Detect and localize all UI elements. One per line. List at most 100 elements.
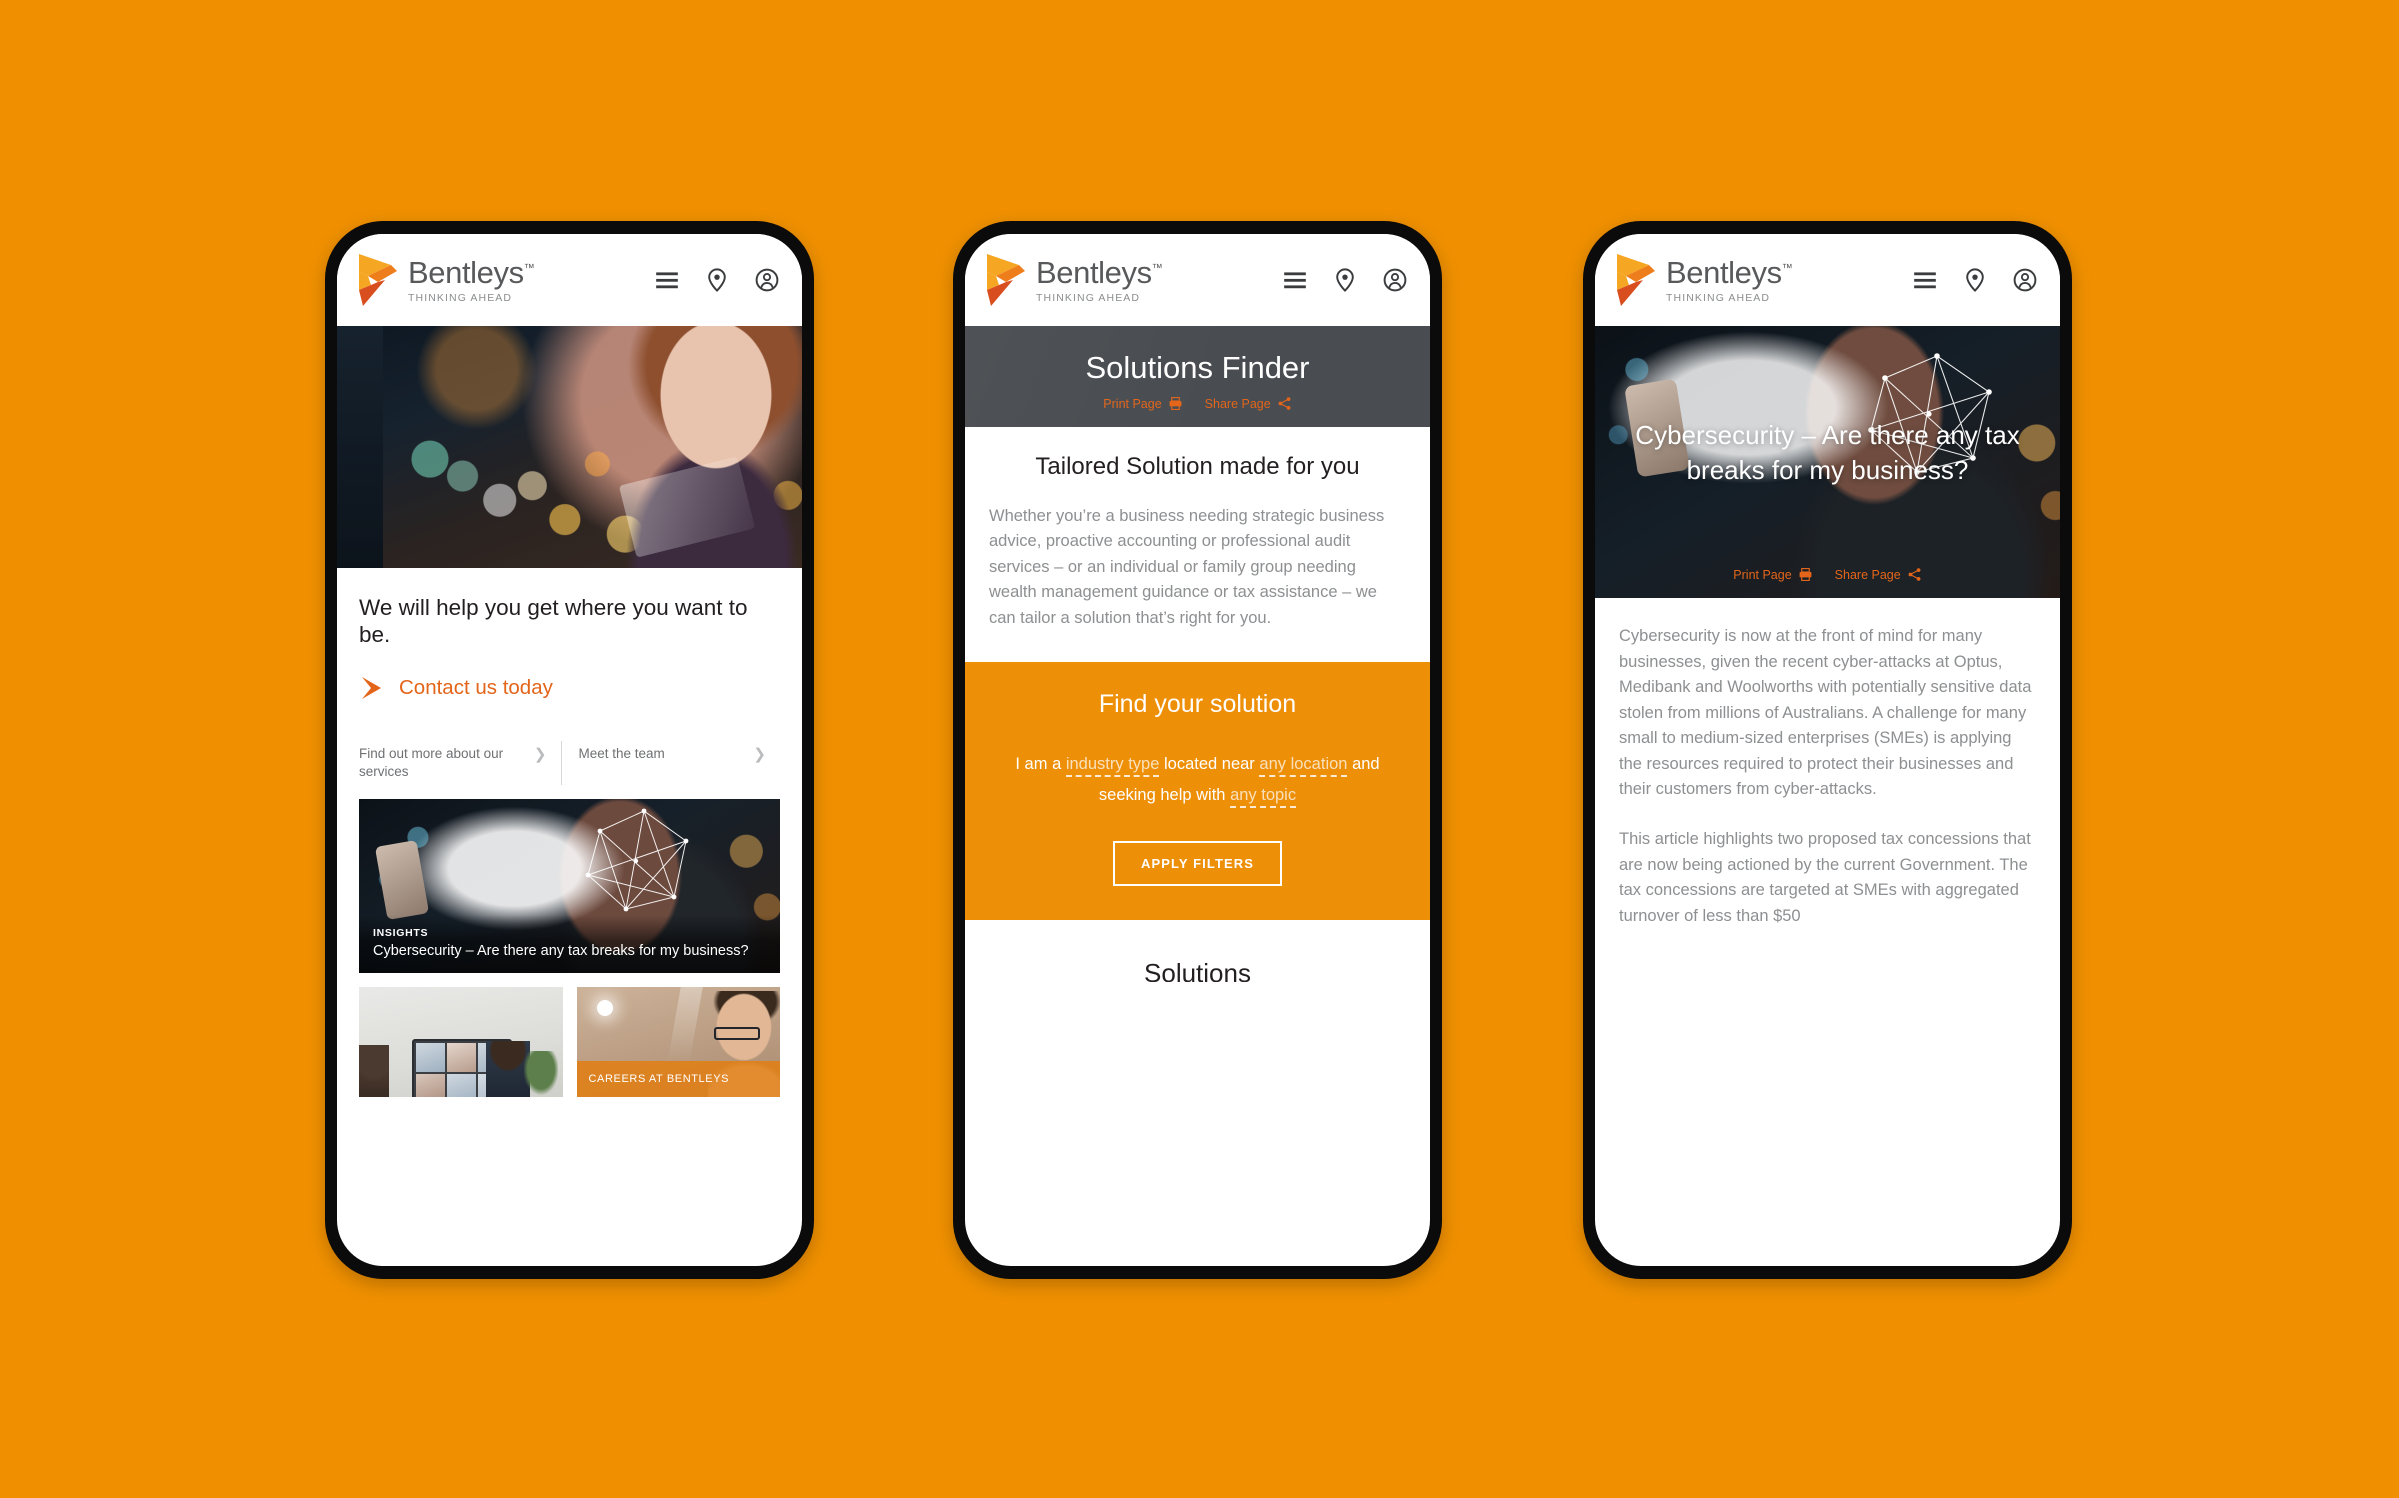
- quick-links: Find out more about our services ❯ Meet …: [359, 740, 781, 799]
- tile-meeting[interactable]: [359, 986, 563, 1097]
- hamburger-menu-icon[interactable]: [1282, 267, 1308, 293]
- orange-chevron-icon: [359, 675, 383, 701]
- insights-kicker: INSIGHTS: [373, 927, 429, 940]
- user-account-icon[interactable]: [2012, 267, 2038, 293]
- tile-light-beam: [667, 986, 703, 1064]
- phone1-screen: Bentleys™ THINKING AHEAD We will help yo…: [337, 234, 802, 1266]
- hamburger-menu-icon[interactable]: [1912, 267, 1938, 293]
- brand-tagline: THINKING AHEAD: [1036, 291, 1141, 304]
- tile-glasses: [714, 1026, 760, 1040]
- careers-band-label: CAREERS AT BENTLEYS: [588, 1072, 730, 1085]
- finder-text-2: located near: [1163, 754, 1255, 773]
- tile-careers[interactable]: CAREERS AT BENTLEYS: [576, 986, 780, 1097]
- chevron-right-icon: ❯: [533, 745, 547, 763]
- share-icon: [1908, 568, 1921, 581]
- hamburger-menu-icon[interactable]: [654, 267, 680, 293]
- finder-title: Find your solution: [1098, 689, 1297, 718]
- printer-icon: [1799, 568, 1812, 581]
- brand-text: Bentleys™ THINKING AHEAD: [1036, 254, 1163, 304]
- page-actions: Print Page Share Page: [1595, 567, 2060, 582]
- page-title-band: Solutions Finder Print Page Share Page: [965, 326, 1430, 427]
- quick-link-services[interactable]: Find out more about our services ❯: [359, 745, 561, 781]
- bentleys-arrow-logo-icon: [985, 252, 1027, 308]
- article-paragraph: This article highlights two proposed tax…: [1619, 829, 2031, 925]
- share-page-action[interactable]: Share Page: [1835, 567, 1922, 582]
- brand-text: Bentleys™ THINKING AHEAD: [1666, 254, 1793, 304]
- location-select[interactable]: any location: [1259, 754, 1348, 777]
- phone-mockup-home: Bentleys™ THINKING AHEAD We will help yo…: [325, 221, 814, 1279]
- quick-link-label: Meet the team: [578, 745, 665, 761]
- home-headline: We will help you get where you want to b…: [359, 595, 748, 648]
- site-header: Bentleys™ THINKING AHEAD: [1595, 234, 2060, 326]
- home-tiles: CAREERS AT BENTLEYS: [359, 986, 780, 1097]
- industry-type-select[interactable]: industry type: [1065, 754, 1160, 777]
- finder-sentence: I am a industry type located near any lo…: [987, 749, 1408, 812]
- share-page-action[interactable]: Share Page: [1205, 396, 1292, 411]
- insights-card[interactable]: INSIGHTS Cybersecurity – Are there any t…: [359, 798, 780, 973]
- section-body: Whether you’re a business needing strate…: [989, 506, 1385, 628]
- results-heading-cutoff: Solutions: [1144, 958, 1251, 983]
- section-title: Tailored Solution made for you: [1035, 453, 1360, 480]
- apply-filters-button[interactable]: APPLY FILTERS: [1112, 841, 1283, 887]
- article-body: Cybersecurity is now at the front of min…: [1595, 598, 2060, 930]
- brand-logo[interactable]: Bentleys™ THINKING AHEAD: [357, 252, 535, 308]
- insights-card-overlay: INSIGHTS Cybersecurity – Are there any t…: [359, 915, 780, 973]
- bentleys-arrow-logo-icon: [357, 252, 399, 308]
- site-header: Bentleys™ THINKING AHEAD: [337, 234, 802, 326]
- tile-lamp: [596, 999, 613, 1016]
- location-pin-icon[interactable]: [704, 267, 730, 293]
- brand-logo[interactable]: Bentleys™ THINKING AHEAD: [985, 252, 1163, 308]
- tailored-solution-section: Tailored Solution made for you Whether y…: [965, 427, 1430, 662]
- header-icons: [1912, 267, 2038, 293]
- page-title: Solutions Finder: [1085, 350, 1310, 385]
- share-page-label: Share Page: [1204, 396, 1271, 411]
- brand-logo[interactable]: Bentleys™ THINKING AHEAD: [1615, 252, 1793, 308]
- location-pin-icon[interactable]: [1962, 267, 1988, 293]
- brand-trademark: ™: [523, 262, 535, 275]
- phone3-screen: Bentleys™ THINKING AHEAD Cybersecurity –…: [1595, 234, 2060, 1266]
- insights-title: Cybersecurity – Are there any tax breaks…: [373, 943, 749, 960]
- article-hero: Cybersecurity – Are there any tax breaks…: [1595, 326, 2060, 598]
- tile-person-right: [485, 1040, 530, 1097]
- share-page-label: Share Page: [1834, 567, 1901, 582]
- brand-tagline: THINKING AHEAD: [408, 291, 513, 304]
- phone-mockup-article: Bentleys™ THINKING AHEAD Cybersecurity –…: [1583, 221, 2072, 1279]
- chevron-right-icon: ❯: [753, 745, 766, 763]
- location-pin-icon[interactable]: [1332, 267, 1358, 293]
- brand-text: Bentleys™ THINKING AHEAD: [408, 254, 535, 304]
- topic-select[interactable]: any topic: [1230, 785, 1297, 808]
- page-actions: Print Page Share Page: [965, 396, 1430, 411]
- brand-name: Bentleys™: [1666, 254, 1793, 290]
- hero-image-home: [337, 326, 802, 568]
- brand-name: Bentleys™: [1036, 254, 1163, 290]
- brand-tagline: THINKING AHEAD: [1666, 291, 1771, 304]
- print-page-label: Print Page: [1733, 567, 1792, 582]
- printer-icon: [1169, 397, 1182, 410]
- article-hero-title: Cybersecurity – Are there any tax breaks…: [1635, 420, 2020, 486]
- header-icons: [654, 267, 780, 293]
- site-header: Bentleys™ THINKING AHEAD: [965, 234, 1430, 326]
- quick-link-team[interactable]: Meet the team ❯: [560, 740, 781, 785]
- results-section-partial: Solutions: [965, 920, 1430, 983]
- print-page-action[interactable]: Print Page: [1733, 567, 1812, 582]
- home-copy-block: We will help you get where you want to b…: [337, 568, 802, 799]
- print-page-label: Print Page: [1103, 396, 1162, 411]
- finder-text-1: I am a: [1015, 754, 1062, 773]
- brand-trademark: ™: [1151, 262, 1163, 275]
- careers-band: CAREERS AT BENTLEYS: [576, 1060, 780, 1097]
- user-account-icon[interactable]: [754, 267, 780, 293]
- hand-holding-phone: [374, 839, 430, 920]
- brand-name: Bentleys™: [408, 254, 535, 290]
- tile-plant: [524, 1050, 559, 1097]
- user-account-icon[interactable]: [1382, 267, 1408, 293]
- mockup-stage: Bentleys™ THINKING AHEAD We will help yo…: [0, 0, 2399, 1498]
- quick-link-label: Find out more about our services: [359, 745, 504, 779]
- contact-cta[interactable]: Contact us today: [359, 675, 780, 701]
- bentleys-arrow-logo-icon: [1615, 252, 1657, 308]
- phone2-screen: Bentleys™ THINKING AHEAD Solutions Finde…: [965, 234, 1430, 1266]
- print-page-action[interactable]: Print Page: [1103, 396, 1182, 411]
- tile-person-left: [359, 1044, 389, 1097]
- brand-trademark: ™: [1781, 262, 1793, 275]
- share-icon: [1278, 397, 1291, 410]
- phone-mockup-solutions-finder: Bentleys™ THINKING AHEAD Solutions Finde…: [953, 221, 1442, 1279]
